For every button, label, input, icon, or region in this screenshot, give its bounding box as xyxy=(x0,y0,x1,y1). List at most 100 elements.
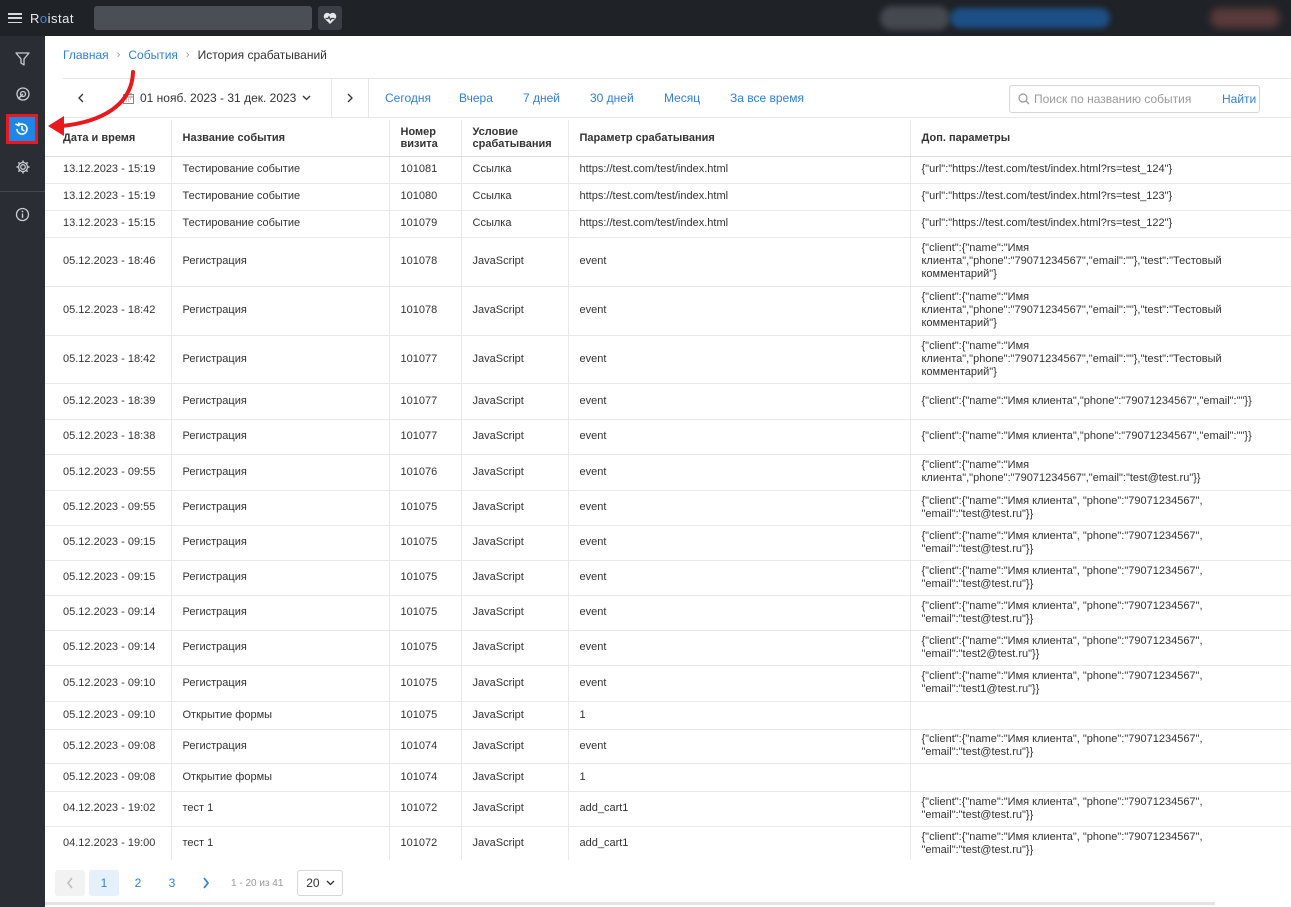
prev-period-button[interactable] xyxy=(63,79,99,117)
sidebar-item-info[interactable] xyxy=(0,199,45,229)
cell-extra-parameters: {"client":{"name":"Имя клиента", "phone"… xyxy=(910,729,1291,764)
cell-datetime: 05.12.2023 - 18:46 xyxy=(45,237,172,287)
header-trigger-parameter[interactable]: Параметр срабатывания xyxy=(568,120,911,157)
breadcrumb-home[interactable]: Главная xyxy=(63,48,109,62)
cell-datetime: 13.12.2023 - 15:19 xyxy=(45,156,172,184)
table-row[interactable]: 05.12.2023 - 09:15 Регистрация 101075 JavaS… xyxy=(45,525,1291,561)
chevron-left-icon xyxy=(78,93,84,103)
table-row[interactable]: 05.12.2023 - 09:10 Открытие формы 101075 Ja… xyxy=(45,701,1291,730)
sidebar-item-filter[interactable] xyxy=(0,44,45,74)
cell-visit-number: 101078 xyxy=(389,237,462,287)
per-page-select[interactable]: 20 xyxy=(297,870,344,896)
table-row[interactable]: 05.12.2023 - 18:39 Регистрация 101077 JavaS… xyxy=(45,383,1291,420)
search-input[interactable] xyxy=(1034,92,1216,106)
cell-trigger-condition: Ссылка xyxy=(461,156,569,184)
page-1-button[interactable]: 1 xyxy=(89,870,119,896)
cell-extra-parameters: {"client":{"name":"Имя клиента","phone":… xyxy=(910,237,1291,287)
table-row[interactable]: 05.12.2023 - 18:46 Регистрация 101078 JavaS… xyxy=(45,237,1291,287)
date-range-picker[interactable]: 01 нояб. 2023 - 31 дек. 2023 xyxy=(123,91,311,105)
cell-event-name: Регистрация xyxy=(171,729,390,764)
header-trigger-condition[interactable]: Условие срабатывания xyxy=(461,120,569,157)
page-3-button[interactable]: 3 xyxy=(157,870,187,896)
cell-trigger-condition: JavaScript xyxy=(461,595,569,631)
table-row[interactable]: 05.12.2023 - 09:08 Открытие формы 101074 Ja… xyxy=(45,763,1291,792)
hamburger-menu-icon[interactable] xyxy=(8,13,22,23)
page-2-button[interactable]: 2 xyxy=(123,870,153,896)
header-datetime[interactable]: Дата и время xyxy=(45,120,172,157)
cell-event-name: Регистрация xyxy=(171,630,390,666)
cell-extra-parameters: {"client":{"name":"Имя клиента", "phone"… xyxy=(910,525,1291,561)
cell-datetime: 05.12.2023 - 09:08 xyxy=(45,763,172,792)
app-logo[interactable]: Roistat xyxy=(30,11,74,26)
cell-extra-parameters: {"client":{"name":"Имя клиента","phone":… xyxy=(910,286,1291,336)
table-row[interactable]: 05.12.2023 - 09:15 Регистрация 101075 JavaS… xyxy=(45,560,1291,596)
table-row[interactable]: 05.12.2023 - 09:14 Регистрация 101075 JavaS… xyxy=(45,595,1291,631)
cell-extra-parameters xyxy=(910,701,1291,730)
cell-datetime: 05.12.2023 - 09:55 xyxy=(45,454,172,491)
breadcrumb-events[interactable]: События xyxy=(128,48,178,62)
table-row[interactable]: 05.12.2023 - 09:55 Регистрация 101076 JavaS… xyxy=(45,454,1291,491)
blurred-account-button[interactable] xyxy=(950,8,1110,28)
table-row[interactable]: 05.12.2023 - 09:08 Регистрация 101074 JavaS… xyxy=(45,729,1291,764)
heartbeat-button[interactable] xyxy=(317,6,342,30)
cell-visit-number: 101075 xyxy=(389,595,462,631)
sidebar-item-history[interactable] xyxy=(6,114,38,144)
next-period-button[interactable] xyxy=(331,79,369,117)
header-visit-number[interactable]: Номер визита xyxy=(389,120,462,157)
main-content: Главная › События › История срабатываний… xyxy=(45,36,1291,907)
blurred-user-menu[interactable] xyxy=(1210,8,1280,28)
filter-today[interactable]: Сегодня xyxy=(385,91,431,105)
cell-trigger-parameter: event xyxy=(568,335,911,384)
cell-datetime: 05.12.2023 - 09:14 xyxy=(45,595,172,631)
cell-event-name: тест 1 xyxy=(171,791,390,827)
filter-all-time[interactable]: За все время xyxy=(730,91,804,105)
table-row[interactable]: 05.12.2023 - 09:10 Регистрация 101075 JavaS… xyxy=(45,665,1291,702)
table-row[interactable]: 05.12.2023 - 18:38 Регистрация 101077 JavaS… xyxy=(45,419,1291,455)
breadcrumb-current: История срабатываний xyxy=(197,48,327,62)
cell-datetime: 05.12.2023 - 09:15 xyxy=(45,560,172,596)
horizontal-scrollbar[interactable] xyxy=(45,902,1215,905)
sidebar-item-settings[interactable] xyxy=(0,152,45,182)
filter-yesterday[interactable]: Вчера xyxy=(459,91,493,105)
cell-event-name: Регистрация xyxy=(171,595,390,631)
cell-event-name: Регистрация xyxy=(171,490,390,526)
pagination: 1 2 3 1 - 20 из 41 20 xyxy=(55,870,344,896)
info-icon xyxy=(15,207,30,221)
table-row[interactable]: 05.12.2023 - 18:42 Регистрация 101077 JavaS… xyxy=(45,335,1291,384)
table-row[interactable]: 05.12.2023 - 09:55 Регистрация 101075 JavaS… xyxy=(45,490,1291,526)
table-row[interactable]: 13.12.2023 - 15:19 Тестирование событие 10… xyxy=(45,156,1291,184)
table-row[interactable]: 04.12.2023 - 19:00 тест 1 101072 JavaScript… xyxy=(45,826,1291,860)
cell-datetime: 04.12.2023 - 19:02 xyxy=(45,791,172,827)
cell-event-name: Регистрация xyxy=(171,454,390,491)
table-row[interactable]: 05.12.2023 - 09:14 Регистрация 101075 JavaS… xyxy=(45,630,1291,666)
search-button[interactable]: Найти xyxy=(1222,92,1256,106)
cell-visit-number: 101076 xyxy=(389,454,462,491)
filter-30-days[interactable]: 30 дней xyxy=(590,91,634,105)
header-extra-parameters[interactable]: Доп. параметры xyxy=(910,120,1291,157)
cell-extra-parameters: {"url":"https://test.com/test/index.html… xyxy=(910,210,1291,238)
table-row[interactable]: 05.12.2023 - 18:42 Регистрация 101078 JavaS… xyxy=(45,286,1291,336)
table-row[interactable]: 13.12.2023 - 15:15 Тестирование событие 10… xyxy=(45,210,1291,238)
cell-visit-number: 101072 xyxy=(389,826,462,860)
cell-event-name: Тестирование событие xyxy=(171,183,390,211)
header-event-name[interactable]: Название события xyxy=(171,120,390,157)
prev-page-button[interactable] xyxy=(55,870,85,896)
cell-extra-parameters: {"url":"https://test.com/test/index.html… xyxy=(910,156,1291,184)
cell-datetime: 05.12.2023 - 09:15 xyxy=(45,525,172,561)
cell-extra-parameters: {"client":{"name":"Имя клиента","phone":… xyxy=(910,335,1291,384)
project-selector[interactable] xyxy=(93,6,312,30)
cell-event-name: Регистрация xyxy=(171,560,390,596)
filter-7-days[interactable]: 7 дней xyxy=(523,91,560,105)
cell-visit-number: 101075 xyxy=(389,560,462,596)
cell-trigger-condition: JavaScript xyxy=(461,286,569,336)
cell-trigger-parameter: 1 xyxy=(568,701,911,730)
table-row[interactable]: 13.12.2023 - 15:19 Тестирование событие 10… xyxy=(45,183,1291,211)
table-row[interactable]: 04.12.2023 - 19:02 тест 1 101072 JavaScript… xyxy=(45,791,1291,827)
sidebar-item-goals[interactable] xyxy=(0,79,45,109)
breadcrumb: Главная › События › История срабатываний xyxy=(63,48,327,62)
cell-trigger-condition: JavaScript xyxy=(461,383,569,420)
cell-datetime: 05.12.2023 - 18:42 xyxy=(45,286,172,336)
next-page-button[interactable] xyxy=(191,870,221,896)
filter-month[interactable]: Месяц xyxy=(664,91,700,105)
cell-visit-number: 101078 xyxy=(389,286,462,336)
